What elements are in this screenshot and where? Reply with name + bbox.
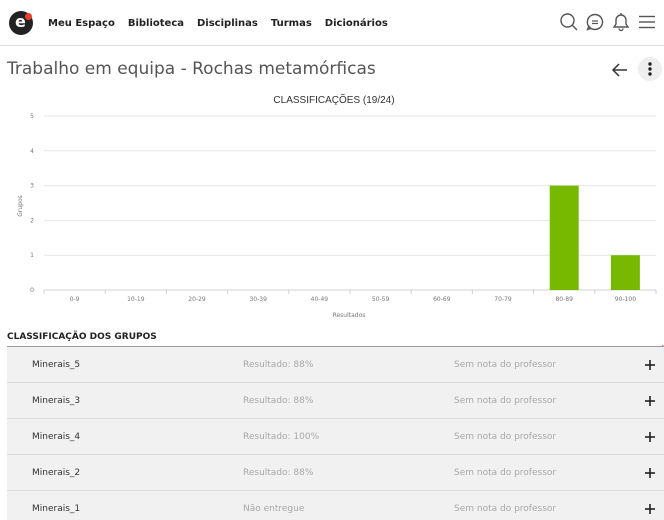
bar-90-100[interactable] [610, 255, 640, 290]
bell-icon[interactable] [610, 9, 632, 35]
group-result: Resultado: 100% [243, 431, 320, 442]
chat-icon[interactable] [584, 9, 606, 35]
x-tick-label: 50-59 [372, 296, 390, 303]
y-tick-label: 0 [30, 287, 34, 294]
group-result: Resultado: 88% [243, 359, 314, 370]
ranking-row[interactable]: Minerais_1 Não entregue Sem nota do prof… [7, 491, 664, 520]
x-tick-label: 90-100 [615, 296, 636, 303]
teacher-grade: Sem nota do professor [454, 503, 557, 514]
y-tick-label: 5 [30, 113, 34, 120]
results-chart: CLASSIFICAÇÕES (19/24) 0 1 2 3 4 5 0-9 10-19 20… [0, 90, 664, 322]
teacher-grade: Sem nota do professor [454, 359, 557, 370]
x-axis-label: Resultados [333, 312, 366, 319]
plus-icon[interactable] [642, 465, 658, 481]
bar-chart: CLASSIFICAÇÕES (19/24) 0 1 2 3 4 5 0-9 10-19 20… [17, 93, 657, 319]
main-nav: Meu Espaço Biblioteca Disciplinas Turmas… [48, 0, 401, 46]
group-result: Não entregue [243, 503, 305, 514]
y-tick-label: 4 [30, 148, 34, 155]
x-tick-label: 0-9 [70, 296, 80, 303]
group-name: Minerais_5 [32, 359, 81, 370]
nav-item-dicionarios[interactable]: Dicionários [325, 18, 388, 29]
ranking-row[interactable]: Minerais_2 Resultado: 88% Sem nota do pr… [7, 455, 664, 491]
ranking-row[interactable]: Minerais_4 Resultado: 100% Sem nota do p… [7, 419, 664, 455]
arrow-left-icon[interactable] [608, 59, 632, 81]
ranking-section-title: CLASSIFICAÇÃO DOS GRUPOS [7, 332, 157, 342]
x-tick-label: 70-79 [494, 296, 512, 303]
plus-icon[interactable] [642, 357, 658, 373]
plus-icon[interactable] [642, 429, 658, 445]
x-tick-label: 60-69 [433, 296, 451, 303]
x-tick-label: 10-19 [127, 296, 145, 303]
more-vertical-icon[interactable] [638, 57, 662, 81]
group-result: Resultado: 88% [243, 467, 314, 478]
logo-dot [25, 13, 32, 20]
teacher-grade: Sem nota do professor [454, 467, 557, 478]
y-tick-label: 1 [30, 252, 34, 259]
group-name: Minerais_4 [32, 431, 81, 442]
ranking-row[interactable]: Minerais_5 Resultado: 88% Sem nota do pr… [7, 347, 664, 383]
x-tick-label: 40-49 [311, 296, 329, 303]
nav-item-meu-espaco[interactable]: Meu Espaço [48, 18, 115, 29]
top-icon-group [554, 9, 658, 35]
menu-icon[interactable] [636, 9, 658, 35]
ranking-row[interactable]: Minerais_3 Resultado: 88% Sem nota do pr… [7, 383, 664, 419]
top-navigation-bar: e Meu Espaço Biblioteca Disciplinas Turm… [0, 0, 664, 46]
x-tick-label: 30-39 [249, 296, 267, 303]
y-axis-label: Grupos [17, 195, 24, 217]
nav-item-biblioteca[interactable]: Biblioteca [128, 18, 184, 29]
group-name: Minerais_3 [32, 395, 81, 406]
group-name: Minerais_1 [32, 503, 81, 514]
teacher-grade: Sem nota do professor [454, 431, 557, 442]
x-axis-ticks: 0-9 10-19 20-29 30-39 40-49 50-59 60-69 70-79 80… [43, 290, 657, 303]
ranking-list: Minerais_5 Resultado: 88% Sem nota do pr… [7, 346, 664, 520]
bar-80-89[interactable] [549, 185, 579, 290]
chart-title: CLASSIFICAÇÕES (19/24) [273, 93, 394, 106]
nav-item-disciplinas[interactable]: Disciplinas [197, 18, 258, 29]
y-axis-ticks: 0 1 2 3 4 5 [30, 113, 34, 294]
search-icon[interactable] [558, 9, 580, 35]
y-tick-label: 2 [30, 217, 34, 224]
page-title: Trabalho em equipa - Rochas metamórficas [7, 59, 376, 79]
x-tick-label: 20-29 [188, 296, 206, 303]
teacher-grade: Sem nota do professor [454, 395, 557, 406]
plus-icon[interactable] [642, 393, 658, 409]
logo[interactable]: e [9, 11, 33, 35]
x-tick-label: 80-89 [555, 296, 573, 303]
nav-item-turmas[interactable]: Turmas [271, 18, 312, 29]
y-tick-label: 3 [30, 183, 34, 190]
group-name: Minerais_2 [32, 467, 81, 478]
group-result: Resultado: 88% [243, 395, 314, 406]
plus-icon[interactable] [642, 501, 658, 517]
bars [549, 185, 640, 290]
